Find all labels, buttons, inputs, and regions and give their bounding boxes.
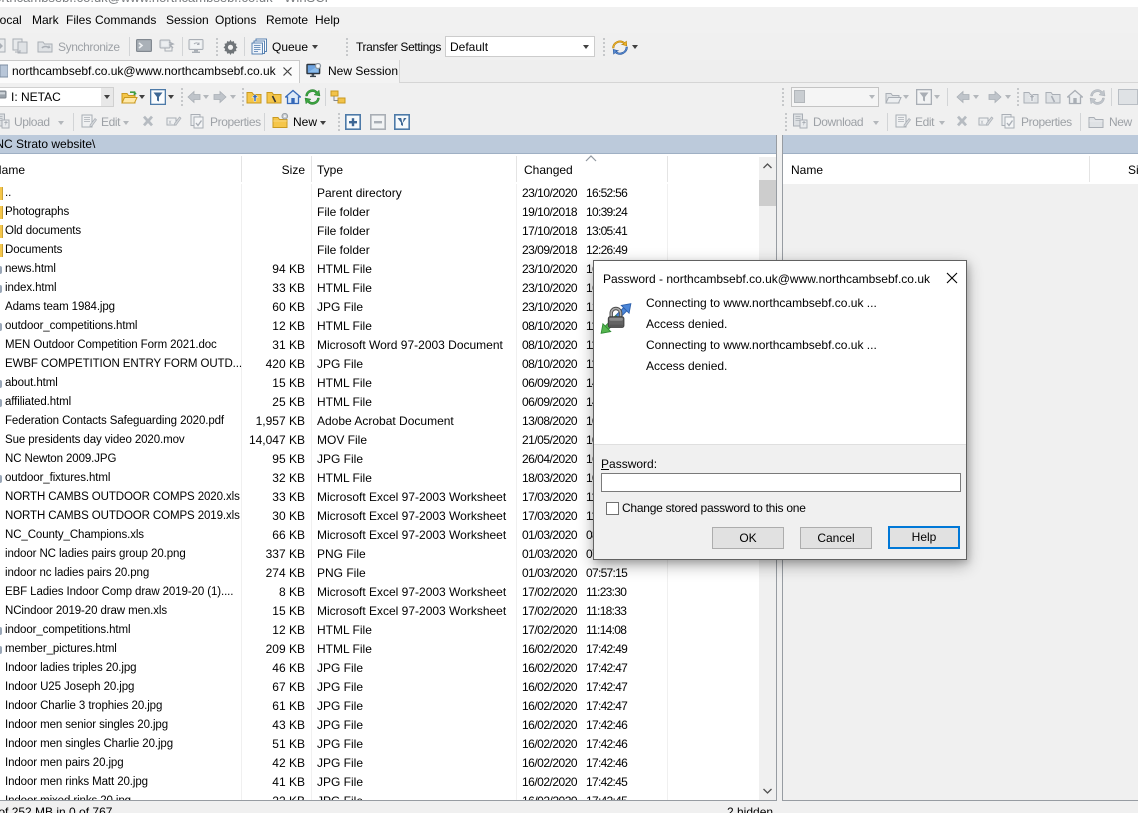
svg-text:x: x [169,120,172,126]
svg-text:x: x [981,120,984,126]
